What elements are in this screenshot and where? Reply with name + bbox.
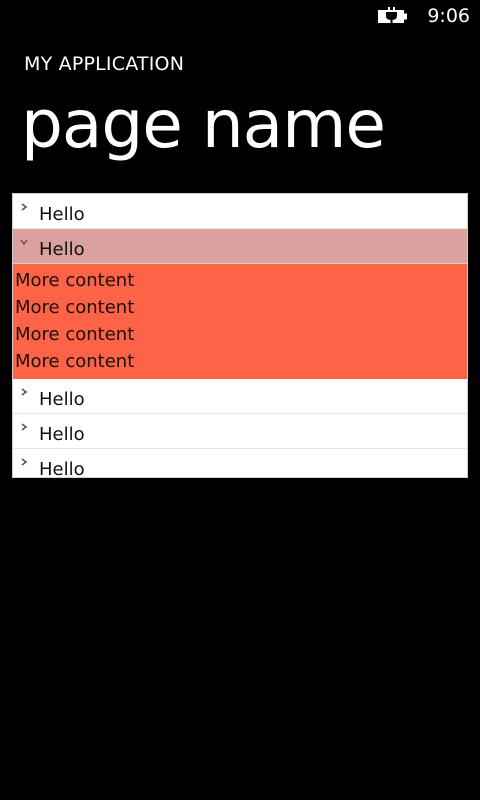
content-line: More content — [15, 351, 135, 372]
content-line: More content — [15, 324, 135, 345]
accordion-item-header[interactable]: Hello — [13, 194, 467, 229]
app-title: MY APPLICATION — [24, 53, 185, 75]
accordion-item-content: More content More content More content M… — [13, 264, 467, 379]
status-bar: 9:06 — [0, 0, 480, 32]
accordion-item-header-expanded[interactable]: Hello — [13, 229, 467, 264]
accordion-item-label: Hello — [39, 424, 85, 445]
accordion-item-header[interactable]: Hello — [13, 414, 467, 449]
accordion-list: Hello Hello More content More content Mo… — [12, 193, 468, 478]
status-clock: 9:06 — [427, 5, 470, 27]
accordion-item-label: Hello — [39, 459, 85, 478]
accordion-item-label: Hello — [39, 389, 85, 410]
content-line: More content — [15, 270, 135, 291]
chevron-right-icon — [21, 423, 28, 431]
content-line: More content — [15, 297, 135, 318]
chevron-right-icon — [21, 203, 28, 211]
accordion-item-header[interactable]: Hello — [13, 379, 467, 414]
accordion-item-header[interactable]: Hello — [13, 449, 467, 478]
phone-screen: 9:06 MY APPLICATION page name Hello Hell… — [0, 0, 480, 800]
page-title: page name — [21, 86, 386, 163]
chevron-right-icon — [21, 458, 28, 466]
chevron-right-icon — [21, 388, 28, 396]
accordion-item-label: Hello — [39, 239, 85, 260]
accordion-item-label: Hello — [39, 204, 85, 225]
chevron-down-icon — [20, 239, 28, 246]
battery-charging-icon — [378, 7, 407, 25]
